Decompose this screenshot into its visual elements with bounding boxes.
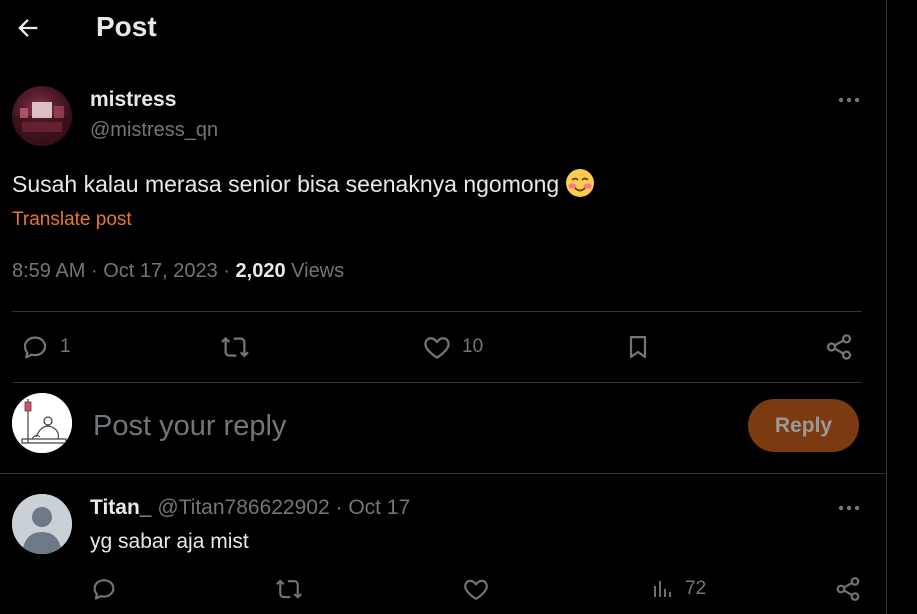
post-meta: 8:59 AM · Oct 17, 2023 · 2,020 Views xyxy=(12,260,344,283)
bookmark-action[interactable] xyxy=(624,332,652,362)
like-count: 10 xyxy=(462,336,484,357)
author-handle[interactable]: @mistress_qn xyxy=(90,119,218,142)
page-title: Post xyxy=(96,11,157,42)
repost-icon xyxy=(219,332,251,362)
reply-count: 1 xyxy=(60,336,71,357)
comment-avatar[interactable] xyxy=(12,494,72,554)
avatar[interactable] xyxy=(12,86,72,146)
reply-button[interactable]: Reply xyxy=(748,399,859,452)
like-icon xyxy=(422,332,452,362)
meta-separator: · xyxy=(223,260,230,282)
post-date[interactable]: Oct 17, 2023 xyxy=(103,260,218,282)
post-detail-column: Post mistress @mistress_qn Susah kalau m… xyxy=(0,0,886,614)
post-text: Susah kalau merasa senior bisa seenaknya… xyxy=(12,171,560,198)
repost-action[interactable] xyxy=(219,332,261,362)
views-label: Views xyxy=(291,260,345,282)
share-icon xyxy=(824,332,854,362)
share-icon xyxy=(834,575,862,603)
views-icon xyxy=(651,575,675,603)
reply-icon xyxy=(90,575,118,603)
divider xyxy=(12,311,862,312)
views-count: 2,020 xyxy=(235,260,286,282)
comment-display-name[interactable]: Titan_ xyxy=(90,496,151,519)
reply-icon xyxy=(20,332,50,362)
repost-icon xyxy=(274,575,304,603)
comment-views-action[interactable]: 72 xyxy=(651,575,706,603)
comment-header: Titan_ @Titan786622902 · Oct 17 xyxy=(90,496,410,520)
comment-more-icon[interactable] xyxy=(835,498,863,518)
author-display-name[interactable]: mistress xyxy=(90,88,176,112)
translate-post-link[interactable]: Translate post xyxy=(12,209,132,231)
comment-separator: · xyxy=(335,496,343,519)
column-border xyxy=(886,0,887,614)
like-action[interactable]: 10 xyxy=(422,332,483,362)
comment-handle[interactable]: @Titan786622902 xyxy=(157,496,329,519)
comment-views-count: 72 xyxy=(685,578,707,599)
share-action[interactable] xyxy=(824,332,854,362)
meta-separator: · xyxy=(90,260,98,282)
bookmark-icon xyxy=(624,332,652,362)
post-text-line: Susah kalau merasa senior bisa seenaknya… xyxy=(12,168,595,204)
reply-action[interactable]: 1 xyxy=(20,332,71,362)
back-arrow-icon[interactable] xyxy=(14,14,42,42)
blush-emoji-icon xyxy=(565,168,595,204)
current-user-avatar[interactable] xyxy=(12,393,72,453)
comment-like-action[interactable] xyxy=(462,575,490,603)
comment-text: yg sabar aja mist xyxy=(90,530,249,553)
comment-share-action[interactable] xyxy=(834,575,862,603)
comment-date[interactable]: Oct 17 xyxy=(348,496,410,519)
post-time[interactable]: 8:59 AM xyxy=(12,260,85,282)
divider xyxy=(12,382,862,383)
header: Post xyxy=(0,0,886,56)
comment-reply-action[interactable] xyxy=(90,575,118,603)
more-icon[interactable] xyxy=(835,90,863,110)
like-icon xyxy=(462,575,490,603)
reply-input[interactable] xyxy=(93,405,713,447)
section-divider xyxy=(0,473,886,474)
comment-repost-action[interactable] xyxy=(274,575,304,603)
